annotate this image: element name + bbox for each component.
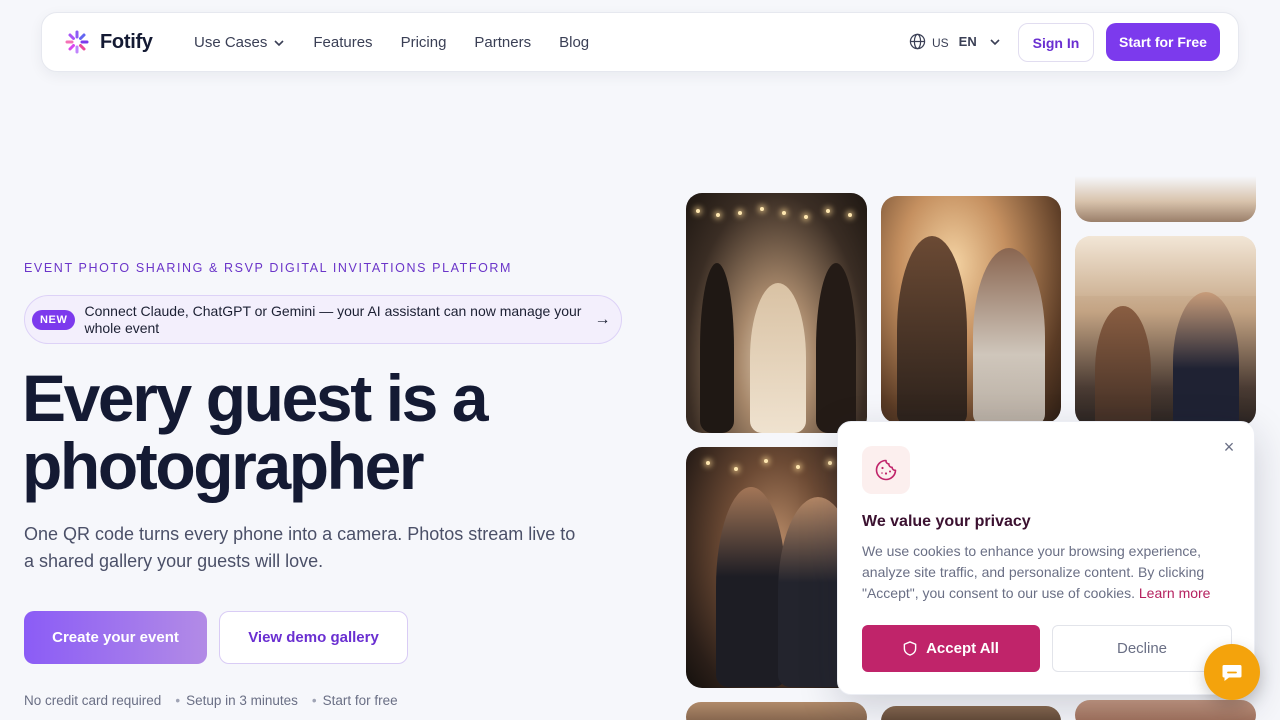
hero-headline: Every guest is a photographer [22, 361, 489, 503]
nav-link-label: Features [313, 34, 373, 51]
string-lights [686, 199, 867, 239]
nav-link-partners[interactable]: Partners [474, 34, 531, 51]
learn-more-link[interactable]: Learn more [1139, 585, 1211, 601]
nav-link-use-cases[interactable]: Use Cases [194, 34, 285, 51]
gallery-photo-rooftop-party [1075, 236, 1256, 426]
brand-name: Fotify [100, 30, 153, 53]
nav-link-label: Pricing [400, 34, 447, 51]
nav-link-label: Use Cases [194, 34, 268, 51]
accept-all-button[interactable]: Accept All [862, 625, 1040, 672]
cookie-title: We value your privacy [862, 513, 1031, 530]
chevron-down-icon [274, 39, 284, 46]
nav-link-blog[interactable]: Blog [559, 34, 589, 51]
create-event-button[interactable]: Create your event [24, 611, 207, 664]
nav-links: Use Cases Features Pricing Partners Blog [194, 34, 589, 51]
trust-text: No credit card required [24, 693, 162, 708]
gallery-photo-wedding-dance [686, 193, 867, 433]
language-region: US [932, 35, 949, 50]
top-navbar: Fotify Use Cases Features Pricing Partne… [41, 12, 1239, 72]
cookie-icon-container [862, 446, 910, 494]
cookie-consent-dialog: × We value your privacy We use cookies t… [837, 421, 1255, 695]
nav-link-label: Partners [474, 34, 532, 51]
view-demo-gallery-button[interactable]: View demo gallery [219, 611, 408, 664]
hero-subhead: One QR code turns every phone into a cam… [24, 524, 576, 571]
trust-indicators: No credit card required • Setup in 3 minu… [24, 693, 398, 708]
brand-logo[interactable]: Fotify [64, 29, 153, 55]
shield-icon [903, 641, 917, 656]
globe-icon [909, 33, 926, 50]
language-selector[interactable]: US EN [909, 33, 1001, 50]
close-icon[interactable]: × [1220, 438, 1238, 456]
arrow-right-icon: → [594, 310, 611, 328]
cookie-icon [875, 459, 897, 481]
trust-text: Start for free [322, 693, 398, 708]
accept-all-label: Accept All [926, 640, 999, 657]
gallery-photo-bottom-1 [686, 702, 867, 720]
nav-link-features[interactable]: Features [313, 34, 372, 51]
chat-icon [1222, 665, 1242, 681]
chevron-down-icon [990, 38, 1000, 45]
chat-launcher-button[interactable] [1204, 644, 1260, 700]
nav-link-pricing[interactable]: Pricing [401, 34, 447, 51]
gallery-photo-table [1075, 176, 1256, 222]
trust-item: • Setup in 3 minutes [175, 693, 298, 708]
trust-item: • Start for free [311, 693, 398, 708]
gallery-photo-bottom-2 [881, 706, 1061, 720]
cookie-description: We use cookies to enhance your browsing … [862, 541, 1232, 604]
language-code: EN [958, 34, 977, 49]
nav-link-label: Blog [559, 34, 590, 51]
announcement-pill[interactable]: NEW Connect Claude, ChatGPT or Gemini — … [24, 295, 622, 344]
gallery-photo-bottom-3 [1075, 700, 1256, 720]
new-badge: NEW [32, 309, 76, 330]
announcement-text: Connect Claude, ChatGPT or Gemini — your… [84, 302, 582, 336]
hero-eyebrow: EVENT PHOTO SHARING & RSVP DIGITAL INVIT… [24, 261, 513, 275]
gallery-photo-friends-laughing [881, 196, 1061, 423]
trust-item: No credit card required [24, 693, 161, 708]
trust-text: Setup in 3 minutes [186, 693, 298, 708]
fotify-logo-icon [65, 30, 89, 54]
start-for-free-button[interactable]: Start for Free [1106, 23, 1220, 61]
sign-in-button[interactable]: Sign In [1018, 23, 1094, 62]
